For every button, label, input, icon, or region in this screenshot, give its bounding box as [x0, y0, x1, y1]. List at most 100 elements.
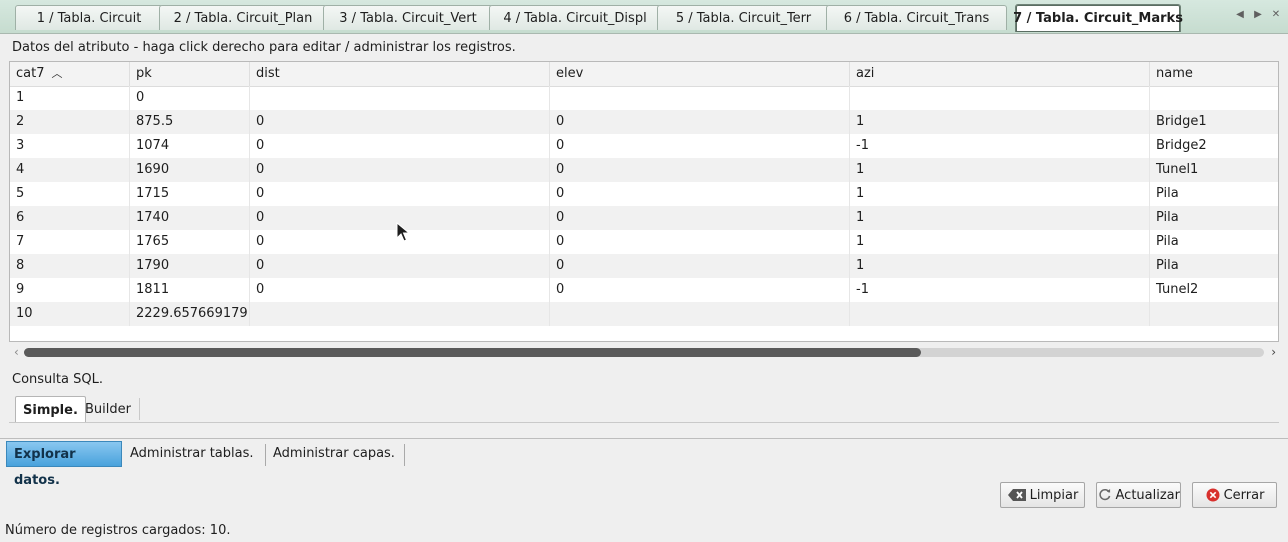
table-cell-azi[interactable]: 1 [850, 254, 1150, 278]
table-cell-dist[interactable] [250, 86, 550, 110]
table-cell-cat7[interactable]: 5 [10, 182, 130, 206]
table-cell-dist[interactable]: 0 [250, 254, 550, 278]
refresh-button[interactable]: Actualizar [1096, 482, 1181, 508]
table-row[interactable]: 4 1690 0 0 1 Tunel1 [10, 158, 1278, 182]
table-cell-elev[interactable]: 0 [550, 110, 850, 134]
table-cell-name[interactable]: Tunel2 [1150, 278, 1278, 302]
table-cell-elev[interactable]: 0 [550, 182, 850, 206]
table-cell-azi[interactable]: 1 [850, 110, 1150, 134]
table-cell-dist[interactable]: 0 [250, 158, 550, 182]
tab-manage-layers[interactable]: Administrar capas. [266, 441, 402, 467]
tab-circuit-trans[interactable]: 6 / Tabla. Circuit_Trans [826, 5, 1007, 30]
table-cell-elev[interactable] [550, 86, 850, 110]
table-cell-elev[interactable]: 0 [550, 278, 850, 302]
table-row[interactable]: 2 875.5 0 0 1 Bridge1 [10, 110, 1278, 134]
scroll-right-arrow-icon[interactable]: › [1271, 345, 1276, 359]
table-cell-dist[interactable]: 0 [250, 182, 550, 206]
table-cell-pk[interactable]: 1715 [130, 182, 250, 206]
table-cell-name[interactable] [1150, 86, 1278, 110]
table-cell-elev[interactable]: 0 [550, 254, 850, 278]
table-cell-dist[interactable]: 0 [250, 278, 550, 302]
table-row[interactable]: 3 1074 0 0 -1 Bridge2 [10, 134, 1278, 158]
scrollbar-track[interactable] [24, 348, 1264, 357]
table-cell-name[interactable]: Pila [1150, 206, 1278, 230]
clear-button[interactable]: Limpiar [1000, 482, 1085, 508]
table-cell-name[interactable]: Bridge2 [1150, 134, 1278, 158]
column-header-cat7[interactable]: cat7 ︿ [10, 62, 130, 86]
table-cell-name[interactable]: Pila [1150, 254, 1278, 278]
table-cell-azi[interactable]: 1 [850, 158, 1150, 182]
table-cell-cat7[interactable]: 4 [10, 158, 130, 182]
table-cell-azi[interactable] [850, 86, 1150, 110]
table-cell-pk[interactable]: 1740 [130, 206, 250, 230]
table-cell-name[interactable]: Tunel1 [1150, 158, 1278, 182]
table-row[interactable]: 10 [10, 86, 1278, 110]
table-cell-azi[interactable]: 1 [850, 230, 1150, 254]
tab-circuit[interactable]: 1 / Tabla. Circuit [15, 5, 163, 30]
table-cell-azi[interactable] [850, 302, 1150, 326]
table-row[interactable]: 6 1740 0 0 1 Pila [10, 206, 1278, 230]
tab-explore-data[interactable]: Explorar datos. [6, 441, 122, 488]
table-cell-cat7[interactable]: 9 [10, 278, 130, 302]
table-row[interactable]: 5 1715 0 0 1 Pila [10, 182, 1278, 206]
table-cell-elev[interactable]: 0 [550, 158, 850, 182]
table-row[interactable]: 102229.65766917916 [10, 302, 1278, 326]
table-cell-cat7[interactable]: 10 [10, 302, 130, 326]
column-header-dist[interactable]: dist [250, 62, 550, 86]
scrollbar-thumb[interactable] [24, 348, 921, 357]
tab-circuit-marks[interactable]: 7 / Tabla. Circuit_Marks [1013, 4, 1183, 32]
tab-list-chevron-icon[interactable]: ✕ [1270, 7, 1282, 21]
table-cell-elev[interactable] [550, 302, 850, 326]
table-cell-pk[interactable]: 1690 [130, 158, 250, 182]
table-cell-pk[interactable]: 2229.65766917916 [130, 302, 250, 326]
tab-sql-simple[interactable]: Simple. [15, 396, 86, 423]
table-cell-name[interactable]: Pila [1150, 182, 1278, 206]
table-cell-cat7[interactable]: 3 [10, 134, 130, 158]
table-cell-name[interactable]: Pila [1150, 230, 1278, 254]
column-header-pk[interactable]: pk [130, 62, 250, 86]
column-header-elev[interactable]: elev [550, 62, 850, 86]
tab-circuit-terr[interactable]: 5 / Tabla. Circuit_Terr [657, 5, 830, 30]
table-cell-elev[interactable]: 0 [550, 230, 850, 254]
table-cell-pk[interactable]: 1811 [130, 278, 250, 302]
table-cell-name[interactable] [1150, 302, 1278, 326]
table-cell-dist[interactable] [250, 302, 550, 326]
scroll-left-icon[interactable]: ◀ [1234, 7, 1246, 21]
table-row[interactable]: 7 1765 0 0 1 Pila [10, 230, 1278, 254]
table-cell-elev[interactable]: 0 [550, 206, 850, 230]
button-label: Limpiar [1029, 487, 1079, 503]
table-cell-pk[interactable]: 875.5 [130, 110, 250, 134]
table-row[interactable]: 9 1811 0 0 -1 Tunel2 [10, 278, 1278, 302]
tab-circuit-vert[interactable]: 3 / Tabla. Circuit_Vert [323, 5, 493, 30]
table-cell-pk[interactable]: 1765 [130, 230, 250, 254]
table-cell-elev[interactable]: 0 [550, 134, 850, 158]
tab-circuit-plan[interactable]: 2 / Tabla. Circuit_Plan [159, 5, 327, 30]
table-cell-azi[interactable]: -1 [850, 278, 1150, 302]
table-cell-cat7[interactable]: 7 [10, 230, 130, 254]
table-cell-azi[interactable]: 1 [850, 206, 1150, 230]
table-cell-pk[interactable]: 1790 [130, 254, 250, 278]
table-cell-cat7[interactable]: 8 [10, 254, 130, 278]
table-cell-cat7[interactable]: 2 [10, 110, 130, 134]
scroll-right-icon[interactable]: ▶ [1252, 7, 1264, 21]
table-cell-dist[interactable]: 0 [250, 110, 550, 134]
sql-query-label: Consulta SQL. [12, 372, 103, 387]
table-cell-pk[interactable]: 0 [130, 86, 250, 110]
table-cell-dist[interactable]: 0 [250, 134, 550, 158]
scroll-left-arrow-icon[interactable]: ‹ [14, 345, 19, 359]
table-row[interactable]: 8 1790 0 0 1 Pila [10, 254, 1278, 278]
column-header-azi[interactable]: azi [850, 62, 1150, 86]
tab-circuit-displ[interactable]: 4 / Tabla. Circuit_Displ [489, 5, 661, 30]
table-cell-name[interactable]: Bridge1 [1150, 110, 1278, 134]
close-button[interactable]: Cerrar [1192, 482, 1277, 508]
column-header-name[interactable]: name [1150, 62, 1278, 86]
attribute-table[interactable]: cat7 ︿ pk dist elev azi name 1 0 2 875.5 0 0 1 B… [9, 61, 1279, 342]
table-cell-azi[interactable]: -1 [850, 134, 1150, 158]
horizontal-scrollbar[interactable]: ‹ › [14, 345, 1276, 359]
tab-manage-tables[interactable]: Administrar tablas. [123, 441, 261, 467]
table-cell-cat7[interactable]: 1 [10, 86, 130, 110]
table-cell-azi[interactable]: 1 [850, 182, 1150, 206]
tab-sql-builder[interactable]: Builder [78, 396, 138, 423]
table-cell-cat7[interactable]: 6 [10, 206, 130, 230]
table-cell-pk[interactable]: 1074 [130, 134, 250, 158]
